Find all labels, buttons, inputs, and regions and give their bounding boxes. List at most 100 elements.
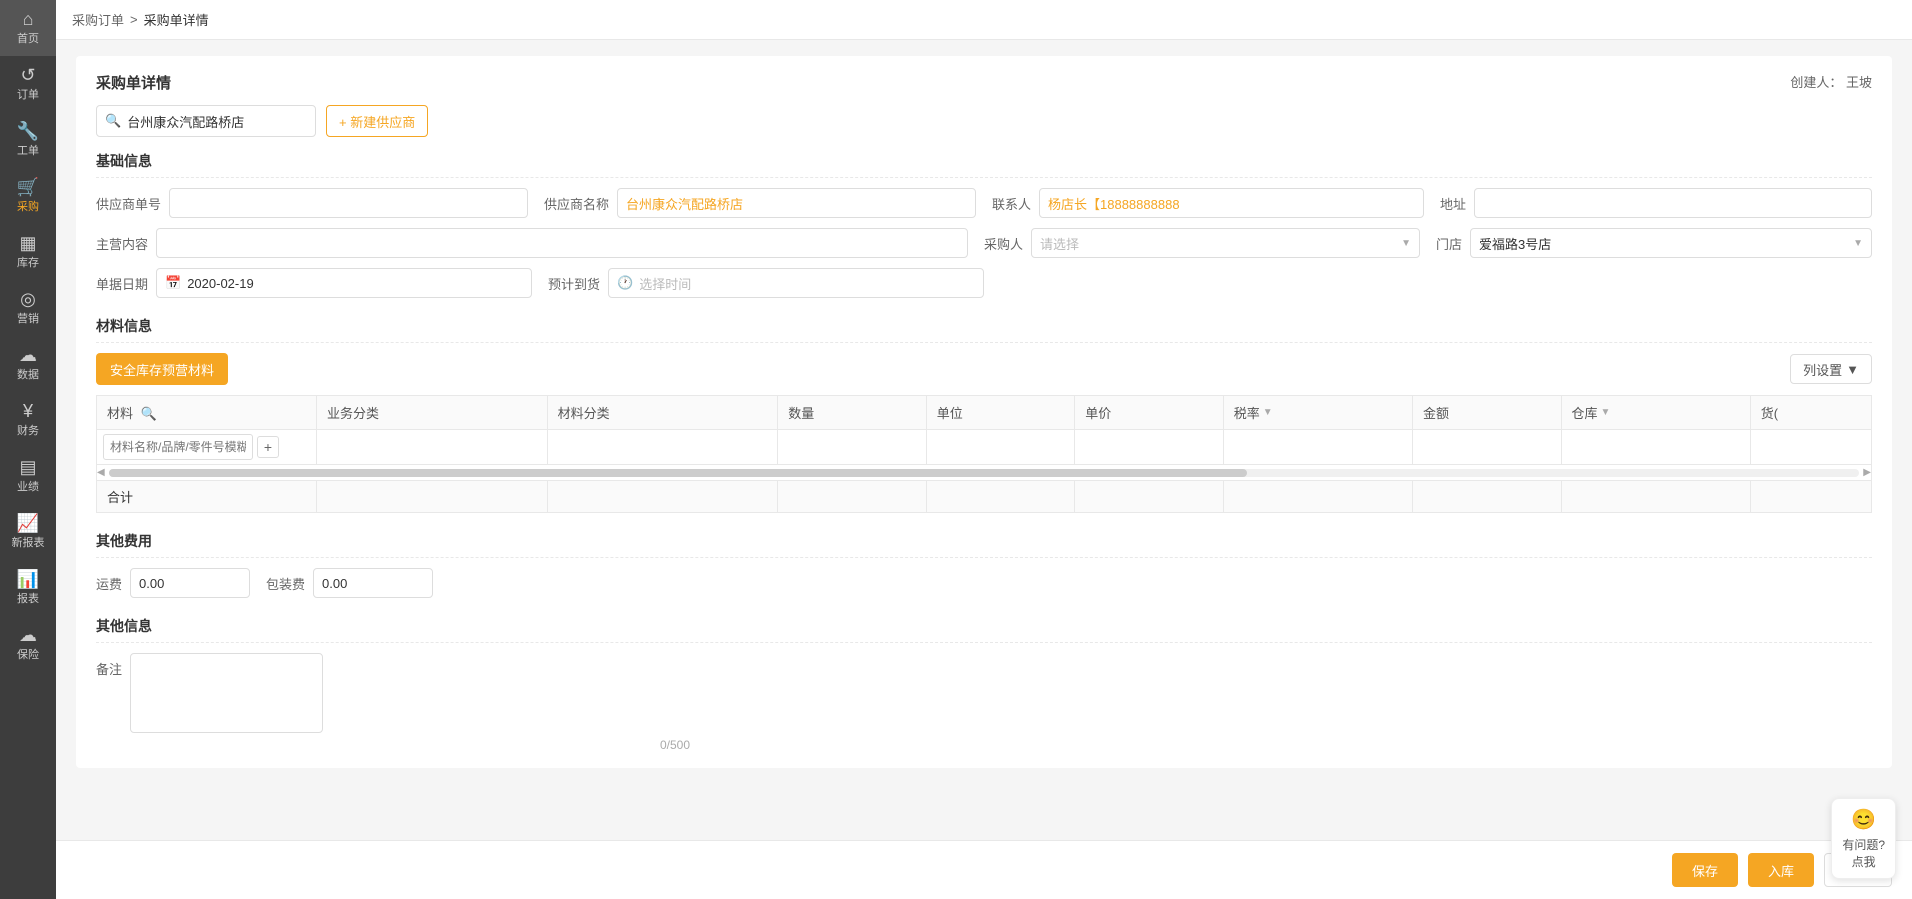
sidebar-label-insurance: 保险	[17, 646, 39, 662]
scroll-right-arrow[interactable]: ▶	[1863, 467, 1871, 478]
address-field: 地址	[1440, 188, 1872, 218]
address-input[interactable]	[1474, 188, 1872, 218]
insurance-icon: ☁	[19, 626, 37, 644]
other-fees-section-title: 其他费用	[96, 531, 1872, 558]
tax-rate-filter-icon[interactable]: ▼	[1263, 407, 1273, 418]
sidebar-item-orders[interactable]: ↺ 订单	[0, 56, 56, 112]
sidebar-item-marketing[interactable]: ◎ 营销	[0, 280, 56, 336]
orders-icon: ↺	[20, 66, 35, 84]
other-info-section-title: 其他信息	[96, 616, 1872, 643]
table-add-button[interactable]: +	[257, 436, 279, 458]
finance-icon: ¥	[23, 402, 33, 420]
supplier-name-input[interactable]	[617, 188, 976, 218]
th-material: 材料 🔍	[97, 396, 317, 430]
sidebar-item-inventory[interactable]: ▦ 库存	[0, 224, 56, 280]
table-search-cell: +	[97, 430, 317, 465]
breadcrumb-current: 采购单详情	[144, 10, 209, 29]
purchase-icon: 🛒	[17, 178, 39, 196]
buyer-select[interactable]: 请选择 ▼	[1031, 228, 1420, 258]
sidebar-item-purchase[interactable]: 🛒 采购	[0, 168, 56, 224]
material-search-input[interactable]	[103, 434, 253, 460]
supplier-no-field: 供应商单号	[96, 188, 528, 218]
materials-header: 安全库存预营材料 列设置 ▼	[96, 353, 1872, 385]
instock-button[interactable]: 入库	[1748, 853, 1814, 887]
remark-textarea[interactable]	[130, 653, 323, 733]
shipping-fee-input[interactable]	[130, 568, 250, 598]
th-warehouse: 仓库 ▼	[1561, 396, 1750, 430]
sidebar-item-report[interactable]: 📊 报表	[0, 560, 56, 616]
expected-date-placeholder: 选择时间	[639, 274, 691, 293]
sidebar-item-tools[interactable]: 🔧 工单	[0, 112, 56, 168]
breadcrumb-parent[interactable]: 采购订单	[72, 10, 124, 29]
help-text: 有问题?点我	[1842, 836, 1885, 870]
expected-date-input[interactable]: 🕐 选择时间	[608, 268, 984, 298]
save-button[interactable]: 保存	[1672, 853, 1738, 887]
sidebar-label-marketing: 营销	[17, 310, 39, 326]
footer-bar: 保存 入库 返回	[56, 840, 1912, 899]
date-field: 单据日期 📅 2020-02-19	[96, 268, 532, 298]
page-title: 采购单详情	[96, 72, 1872, 93]
main-content-input[interactable]	[156, 228, 968, 258]
search-icon: 🔍	[105, 113, 121, 129]
report-icon: 📊	[17, 570, 39, 588]
table-search-input-wrap: +	[103, 434, 310, 460]
buyer-placeholder: 请选择	[1040, 234, 1079, 253]
remark-label: 备注	[96, 659, 122, 678]
materials-table-wrapper: 材料 🔍 业务分类 材料分类 数量	[96, 395, 1872, 513]
sidebar-item-insurance[interactable]: ☁ 保险	[0, 616, 56, 672]
packaging-fee-input[interactable]	[313, 568, 433, 598]
packaging-fee-item: 包装费	[266, 568, 433, 598]
th-material-label: 材料	[107, 406, 133, 421]
calendar-icon: 📅	[165, 275, 181, 291]
sidebar-item-finance[interactable]: ¥ 财务	[0, 392, 56, 448]
inventory-icon: ▦	[19, 234, 36, 252]
breadcrumb: 采购订单 > 采购单详情	[72, 10, 209, 29]
chevron-down-icon: ▼	[1401, 238, 1411, 249]
breadcrumb-sep: >	[130, 12, 138, 27]
th-unit: 单位	[926, 396, 1075, 430]
supplier-search-wrap[interactable]: 🔍	[96, 105, 316, 137]
th-material-search-icon[interactable]: 🔍	[141, 406, 157, 421]
shipping-fee-item: 运费	[96, 568, 250, 598]
add-supplier-button[interactable]: + 新建供应商	[326, 105, 428, 137]
scrollbar-track[interactable]	[109, 469, 1860, 477]
packaging-fee-label: 包装费	[266, 574, 305, 593]
scrollbar-thumb	[109, 469, 1247, 477]
date-input[interactable]: 📅 2020-02-19	[156, 268, 532, 298]
help-bubble[interactable]: 😊 有问题?点我	[1831, 798, 1896, 879]
sidebar-label-performance: 业绩	[17, 478, 39, 494]
col-settings-label: 列设置	[1803, 360, 1842, 379]
th-amount: 金额	[1413, 396, 1562, 430]
detail-card: 采购单详情 创建人： 王坡 🔍 + 新建供应商 基础信息 供应商单号	[76, 56, 1892, 768]
remark-count: 0/500	[130, 738, 690, 752]
tools-icon: 🔧	[17, 122, 39, 140]
clock-icon: 🕐	[617, 275, 633, 291]
date-value: 2020-02-19	[187, 276, 254, 291]
contact-input[interactable]	[1039, 188, 1424, 218]
sidebar-label-newreport: 新报表	[12, 534, 45, 550]
basic-info-section-title: 基础信息	[96, 151, 1872, 178]
th-material-category: 材料分类	[547, 396, 778, 430]
sidebar-label-finance: 财务	[17, 422, 39, 438]
col-settings-button[interactable]: 列设置 ▼	[1790, 354, 1872, 384]
warehouse-filter-icon[interactable]: ▼	[1601, 407, 1611, 418]
sidebar-item-performance[interactable]: ▤ 业绩	[0, 448, 56, 504]
th-quantity: 数量	[778, 396, 927, 430]
supplier-search-input[interactable]	[127, 114, 307, 129]
sidebar-item-home[interactable]: ⌂ 首页	[0, 0, 56, 56]
topbar: 采购订单 > 采购单详情	[56, 0, 1912, 40]
scroll-left-arrow[interactable]: ◀	[97, 467, 105, 478]
sidebar-item-data[interactable]: ☁ 数据	[0, 336, 56, 392]
subtotal-label: 合计	[97, 481, 317, 513]
buyer-label: 采购人	[984, 234, 1023, 253]
home-icon: ⌂	[23, 10, 34, 28]
sidebar-item-newreport[interactable]: 📈 新报表	[0, 504, 56, 560]
store-select[interactable]: 爱福路3号店 ▼	[1470, 228, 1872, 258]
sidebar-label-home: 首页	[17, 30, 39, 46]
scrollbar-row: ◀ ▶	[97, 465, 1872, 481]
safety-stock-button[interactable]: 安全库存预营材料	[96, 353, 228, 385]
supplier-no-input[interactable]	[169, 188, 528, 218]
col-settings-chevron-icon: ▼	[1846, 362, 1859, 377]
materials-table: 材料 🔍 业务分类 材料分类 数量	[96, 395, 1872, 513]
th-tax-rate: 税率 ▼	[1223, 396, 1412, 430]
